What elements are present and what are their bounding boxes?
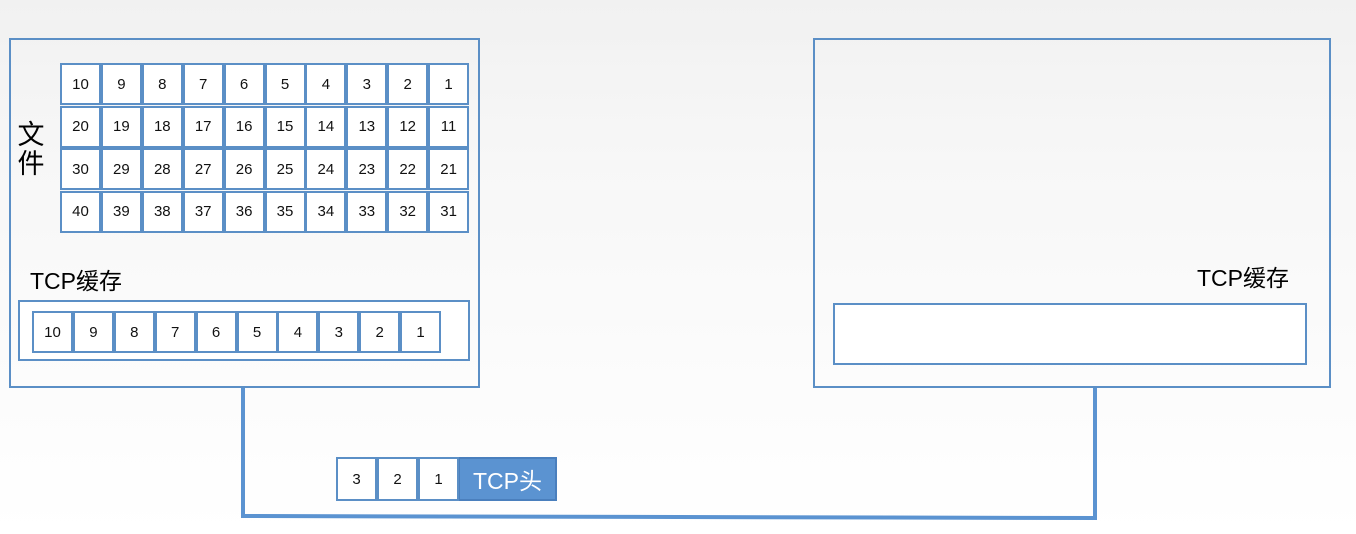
- file-block: 15: [264, 105, 306, 148]
- file-block: 1: [428, 63, 470, 105]
- buffer-block: 2: [359, 311, 401, 353]
- file-block: 25: [264, 148, 306, 190]
- file-label-char: 件: [17, 149, 45, 180]
- buffer-block: 6: [195, 311, 237, 353]
- file-block: 29: [100, 148, 142, 190]
- receiver-buffer-label: TCP缓存: [1197, 265, 1289, 291]
- segment-data-block: 2: [377, 457, 418, 501]
- file-block: 19: [100, 105, 142, 148]
- file-block: 6: [223, 63, 265, 105]
- file-label: 文 件: [16, 121, 46, 179]
- buffer-block: 1: [400, 311, 442, 353]
- file-block: 9: [100, 63, 142, 105]
- segment-data-block: 1: [418, 457, 459, 501]
- file-label-char: 文: [17, 120, 45, 151]
- file-block: 17: [182, 105, 224, 148]
- file-block: 37: [182, 190, 224, 233]
- file-block: 14: [305, 105, 347, 148]
- file-block: 16: [223, 105, 265, 148]
- file-block: 33: [346, 190, 388, 233]
- file-block: 28: [141, 148, 183, 190]
- file-block: 5: [264, 63, 306, 105]
- sender-buffer-label: TCP缓存: [30, 268, 122, 294]
- file-block: 36: [223, 190, 265, 233]
- file-block: 13: [346, 105, 388, 148]
- file-block: 7: [182, 63, 224, 105]
- buffer-block: 5: [236, 311, 278, 353]
- buffer-block: 7: [154, 311, 196, 353]
- file-block: 11: [428, 105, 470, 148]
- file-block: 3: [346, 63, 388, 105]
- file-block: 35: [264, 190, 306, 233]
- file-block: 2: [387, 63, 429, 105]
- buffer-block: 4: [277, 311, 319, 353]
- file-block: 8: [141, 63, 183, 105]
- file-block: 40: [60, 190, 101, 233]
- file-block: 26: [223, 148, 265, 190]
- tcp-header: TCP头: [458, 457, 557, 501]
- file-block: 34: [305, 190, 347, 233]
- segment-data-block: 3: [336, 457, 377, 501]
- file-block: 10: [60, 63, 101, 105]
- file-block: 39: [100, 190, 142, 233]
- buffer-block: 9: [72, 311, 114, 353]
- file-block: 31: [428, 190, 470, 233]
- file-block: 4: [305, 63, 347, 105]
- file-block: 12: [387, 105, 429, 148]
- file-block: 24: [305, 148, 347, 190]
- file-block: 27: [182, 148, 224, 190]
- file-block: 32: [387, 190, 429, 233]
- file-block: 23: [346, 148, 388, 190]
- file-block: 30: [60, 148, 101, 190]
- file-block: 21: [428, 148, 470, 190]
- buffer-block: 3: [318, 311, 360, 353]
- file-block: 20: [60, 105, 101, 148]
- file-block: 38: [141, 190, 183, 233]
- receiver-tcp-buffer: [833, 303, 1307, 365]
- file-block: 18: [141, 105, 183, 148]
- buffer-block: 8: [113, 311, 155, 353]
- buffer-block: 10: [32, 311, 73, 353]
- file-block: 22: [387, 148, 429, 190]
